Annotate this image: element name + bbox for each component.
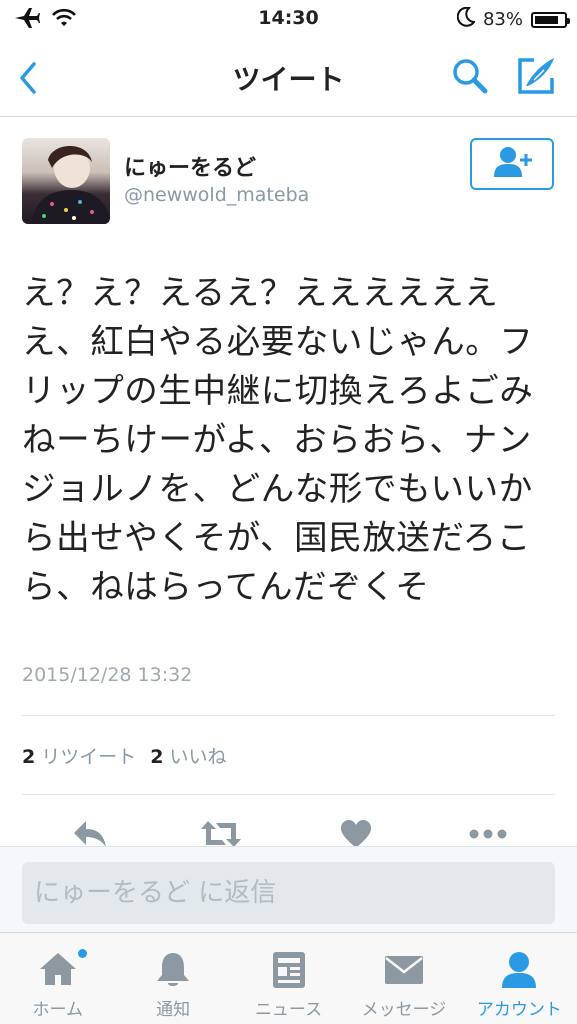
envelope-icon	[384, 955, 424, 989]
moon-icon	[456, 6, 476, 32]
tab-notifications[interactable]: 通知	[115, 933, 230, 1024]
retweet-label: リツイート	[41, 746, 137, 768]
status-bar: 14:30 83%	[0, 0, 577, 38]
add-user-icon	[492, 146, 532, 182]
tab-home[interactable]: ホーム	[0, 933, 115, 1024]
display-name[interactable]: にゅーをるど	[124, 150, 256, 182]
retweet-count: 2	[22, 746, 36, 768]
tweet-text: え？え？えるえ？えええええええ、紅白やる必要ないじゃん。フリップの生中継に切換え…	[22, 273, 534, 606]
divider	[22, 715, 555, 716]
battery-icon	[531, 11, 570, 28]
tab-bar: ホーム 通知 ニュース メッセージ アカウント	[0, 932, 577, 1024]
tab-label: ニュース	[254, 1000, 323, 1020]
divider	[22, 794, 555, 795]
navigation-bar: ツイート	[0, 38, 577, 117]
more-icon[interactable]	[468, 819, 508, 849]
battery-percent: 83%	[482, 9, 523, 30]
tab-label: ホーム	[32, 1000, 83, 1020]
like-label: いいね	[169, 746, 227, 768]
like-stat[interactable]: 2 いいね	[150, 742, 226, 769]
compose-icon[interactable]	[514, 54, 558, 98]
heart-icon[interactable]	[340, 819, 372, 849]
like-count: 2	[150, 746, 164, 768]
tab-news[interactable]: ニュース	[231, 933, 346, 1024]
search-icon[interactable]	[450, 56, 490, 96]
reply-bar	[0, 846, 577, 933]
tab-label: 通知	[156, 1000, 191, 1020]
tab-label: メッセージ	[361, 1000, 447, 1020]
tab-messages[interactable]: メッセージ	[346, 933, 461, 1024]
notification-dot	[78, 949, 87, 958]
avatar[interactable]	[22, 138, 110, 224]
username[interactable]: @newwold_mateba	[124, 184, 309, 206]
retweet-icon[interactable]	[200, 819, 242, 849]
tweet-detail-screen: 14:30 83% ツイート にゅーをるど @newwold_mateba え？…	[0, 0, 577, 1024]
retweet-stat[interactable]: 2 リツイート	[22, 742, 136, 769]
person-icon	[500, 951, 538, 993]
home-icon	[38, 951, 78, 991]
bell-icon	[155, 951, 191, 993]
tweet-timestamp: 2015/12/28 13:32	[22, 664, 193, 686]
news-icon	[272, 951, 306, 993]
tweet-actions	[0, 815, 577, 849]
status-right: 83%	[456, 6, 570, 32]
tab-label: アカウント	[476, 1000, 562, 1020]
reply-icon[interactable]	[72, 819, 108, 849]
tab-account[interactable]: アカウント	[462, 933, 577, 1024]
tweet-stats: 2 リツイート 2 いいね	[22, 742, 227, 769]
reply-input[interactable]	[22, 862, 555, 924]
page-title: ツイート	[232, 63, 345, 96]
follow-button[interactable]	[470, 138, 554, 190]
